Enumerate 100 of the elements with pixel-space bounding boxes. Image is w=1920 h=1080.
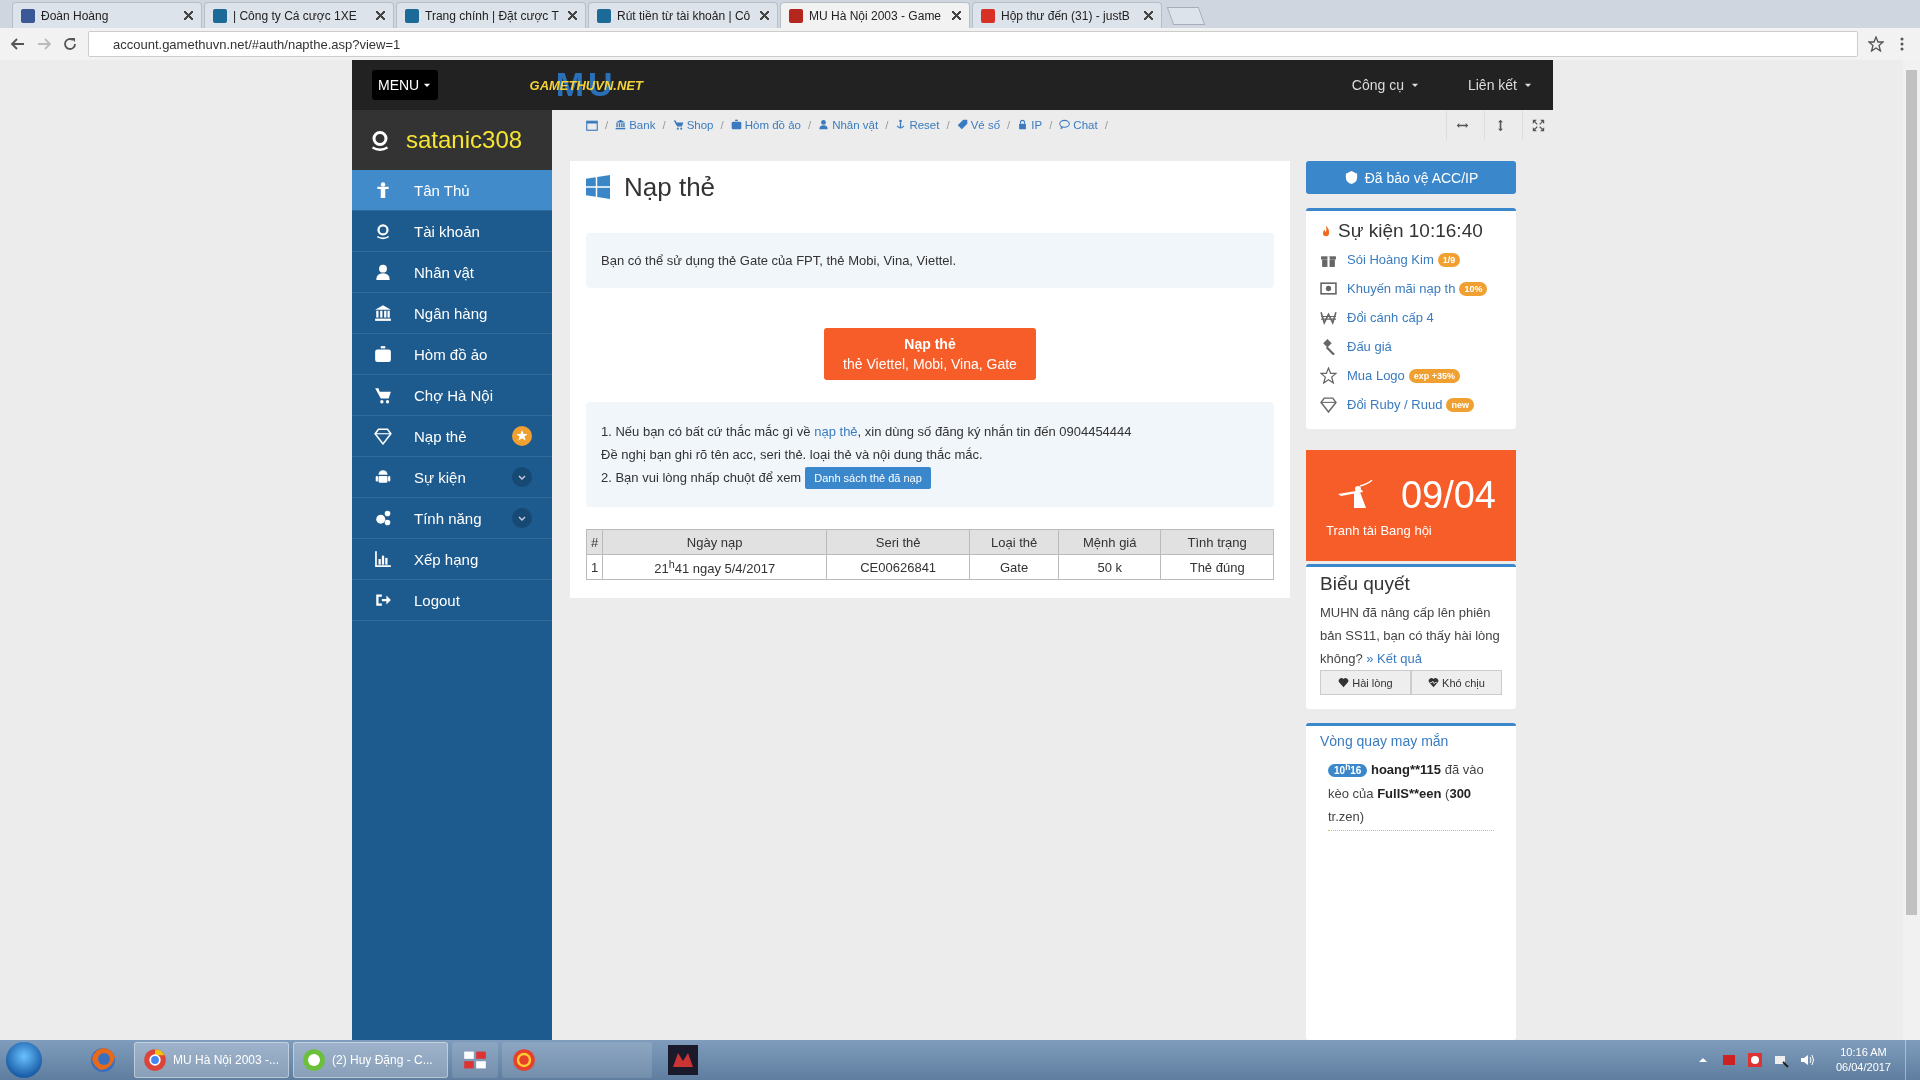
address-bar[interactable]: account.gamethuvn.net/#auth/napthe.asp?view=1 — [88, 31, 1858, 57]
banknote-icon — [1320, 280, 1337, 297]
robot-icon — [374, 468, 392, 486]
table-cell: Gate — [969, 554, 1059, 580]
sidebar-item[interactable]: Nạp thẻ — [352, 416, 552, 457]
top-up-button[interactable]: Nạp thẻ thẻ Viettel, Mobi, Vina, Gate — [824, 328, 1036, 380]
breadcrumb-separator: / — [807, 119, 812, 131]
cart-icon — [672, 119, 684, 130]
close-icon[interactable] — [568, 11, 577, 20]
event-badge: new — [1446, 397, 1474, 412]
taskbar-window[interactable]: MU Hà Nội 2003 -... — [134, 1042, 289, 1078]
help-text: 1. Nếu bạn có bất cứ thắc mắc gì về nạp thẻ, xin dùng số đăng ký nhắn tin đến 0904454444 — [601, 423, 1133, 441]
event-badge: 1/9 — [1437, 252, 1461, 267]
browser-tab[interactable]: Trang chính | Đặt cược T — [396, 2, 586, 28]
card-history-button[interactable]: Danh sách thẻ đã nạp — [805, 466, 931, 489]
nav-dropdown[interactable]: Công cụ — [1351, 77, 1420, 93]
event-badge: exp +35% — [1408, 368, 1461, 383]
close-icon[interactable] — [952, 11, 961, 20]
event-link[interactable]: Đổi cánh cấp 4 — [1347, 310, 1434, 325]
sidebar-item[interactable]: Hòm đồ ảo — [352, 334, 552, 375]
star-icon[interactable] — [1868, 36, 1884, 52]
warrior-icon — [1336, 480, 1376, 510]
close-icon[interactable] — [760, 11, 769, 20]
person-icon — [374, 181, 392, 199]
breadcrumb-separator: / — [1104, 119, 1108, 131]
tray-app-icon[interactable] — [1746, 1052, 1763, 1068]
promo-banner[interactable]: 09/04 Tranh tài Bang hội — [1306, 450, 1516, 561]
logout-icon — [374, 591, 392, 609]
breadcrumb-link[interactable]: Chat — [1059, 119, 1098, 131]
vote-button[interactable]: Khó chịu — [1411, 670, 1502, 695]
sidebar-item[interactable]: Tính năng — [352, 498, 552, 539]
table-cell: 50 k — [1058, 554, 1161, 580]
close-icon[interactable] — [376, 11, 385, 20]
browser-tab[interactable]: MU Hà Nội 2003 - Game — [780, 2, 970, 28]
app-icon — [302, 1048, 326, 1072]
anchor-icon — [895, 119, 907, 130]
event-link[interactable]: Mua Logo — [1347, 368, 1405, 383]
breadcrumb-link[interactable]: Shop — [672, 119, 714, 131]
breadcrumb-link[interactable]: Nhân vật — [818, 119, 879, 131]
vote-button[interactable]: Hài lòng — [1320, 670, 1411, 695]
event-link[interactable]: Khuyến mãi nạp th — [1347, 281, 1456, 296]
chevron-icon — [512, 508, 532, 528]
intro-text: Bạn có thể sử dụng thẻ Gate của FPT, thẻ Mobi, Vina, Viettel. — [601, 253, 958, 268]
back-icon[interactable] — [10, 36, 26, 52]
shield-icon — [1343, 170, 1359, 185]
close-icon[interactable] — [184, 11, 193, 20]
breadcrumb-link[interactable]: Reset — [895, 119, 940, 131]
clock[interactable]: 10:16 AM 06/04/2017 — [1835, 1045, 1891, 1075]
browser-tab[interactable]: Rút tiền từ tài khoản | Cô — [588, 2, 778, 28]
gears-icon — [374, 509, 392, 527]
bank-icon — [615, 119, 627, 130]
breadcrumb-separator: / — [885, 119, 889, 131]
chevron-icon — [512, 467, 532, 487]
cart-icon — [374, 386, 392, 404]
username: satanic308 — [406, 126, 523, 154]
table-cell: 21$^{h}$41 ngay 5/4/2017 — [602, 554, 827, 580]
start-button[interactable] — [6, 1042, 42, 1078]
taskbar-window[interactable]: (2) Huy Đặng - C... — [293, 1042, 448, 1078]
breadcrumb-link[interactable]: IP — [1017, 119, 1043, 131]
column-header: Tình trạng — [1160, 529, 1274, 555]
browser-tab[interactable]: Hộp thư đến (31) - justB — [972, 2, 1162, 28]
nav-dropdown[interactable]: Liên kết — [1467, 77, 1533, 93]
hammer-icon — [1320, 338, 1337, 355]
breadcrumb-link[interactable]: Bank — [615, 119, 656, 131]
swirl-app-icon — [512, 1048, 536, 1072]
close-icon[interactable] — [1144, 11, 1153, 20]
event-caption: Tranh tài Bang hội — [1326, 522, 1433, 538]
event-date: 09/04 — [1400, 473, 1496, 517]
table-cell: CE00626841 — [826, 554, 970, 580]
results-link[interactable]: » Kết quả — [1366, 651, 1422, 666]
game-app-icon[interactable] — [668, 1045, 698, 1075]
menu-button[interactable]: MENU — [372, 70, 439, 100]
volume-icon[interactable] — [1798, 1052, 1815, 1068]
diamond-icon — [374, 427, 392, 445]
breadcrumb-separator: / — [946, 119, 950, 131]
star-badge-icon — [512, 426, 532, 446]
event-link[interactable]: Đổi Ruby / Ruud — [1347, 397, 1443, 412]
browser-tab[interactable]: Đoàn Hoàng — [12, 2, 202, 28]
diamond-icon — [1320, 396, 1337, 413]
poll-question: MUHN đã nâng cấp lên phiên bản SS11, bạn có thấy hài lòng không? » Kết quả — [1320, 604, 1501, 668]
breadcrumb-link[interactable]: Vé số — [956, 119, 1001, 131]
scrollbar[interactable] — [1903, 60, 1920, 1040]
won-icon — [1320, 309, 1337, 326]
briefcase-icon — [730, 119, 742, 130]
sidebar-item[interactable]: Tân Thủ — [352, 170, 552, 211]
lock-icon — [1017, 119, 1029, 130]
browser-tab[interactable]: | Công ty Cá cược 1XE — [204, 2, 394, 28]
table-cell: 1 — [586, 554, 603, 580]
reload-icon[interactable] — [62, 36, 78, 52]
account-icon — [374, 222, 392, 240]
event-link[interactable]: Đấu giá — [1347, 339, 1392, 354]
taskbar-app[interactable] — [452, 1042, 498, 1078]
user-icon — [374, 263, 392, 281]
breadcrumb-separator: / — [720, 119, 724, 131]
breadcrumb-link[interactable]: Hòm đồ ảo — [730, 119, 801, 131]
top-up-link[interactable]: nạp thẻ — [814, 424, 858, 439]
bank-icon — [374, 304, 392, 322]
event-link[interactable]: Sói Hoàng Kim — [1347, 252, 1434, 267]
sidebar-item[interactable]: Sự kiện — [352, 457, 552, 498]
protection-button[interactable]: Đã bảo vệ ACC/IP — [1306, 161, 1516, 194]
